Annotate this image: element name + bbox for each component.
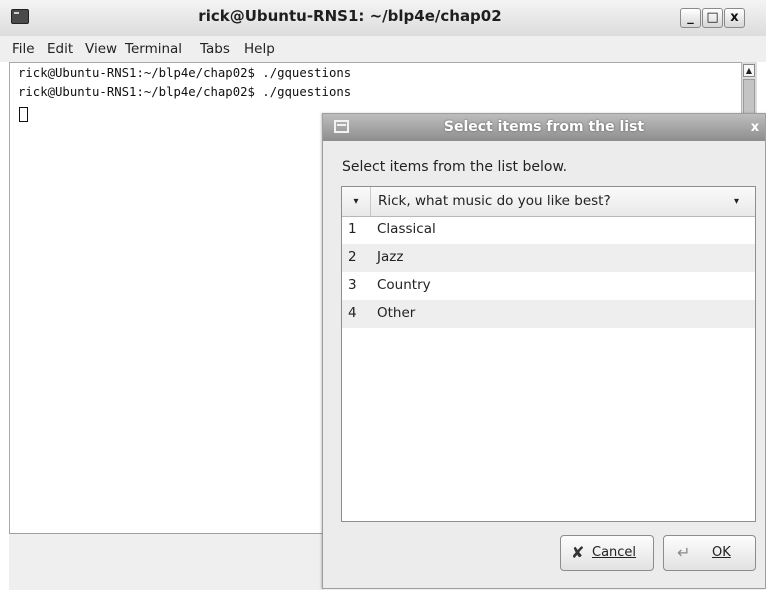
return-arrow-icon: ↵	[677, 543, 691, 562]
select-items-dialog: Select items from the list x Select item…	[322, 113, 766, 589]
list-item[interactable]: 1 Classical	[342, 216, 755, 244]
dialog-close-icon[interactable]: x	[747, 120, 763, 136]
dialog-title: Select items from the list	[443, 119, 645, 135]
column-header-label: Rick, what music do you like best?	[378, 193, 611, 209]
chevron-down-icon[interactable]: ▾	[734, 187, 739, 216]
terminal-output-line: rick@Ubuntu-RNS1:~/blp4e/chap02$ ./gques…	[18, 66, 352, 80]
list-item[interactable]: 4 Other	[342, 300, 755, 328]
list-item-label: Country	[377, 277, 431, 293]
terminal-titlebar[interactable]: rick@Ubuntu-RNS1: ~/blp4e/chap02 _ □ x	[0, 0, 766, 37]
list-column-header[interactable]: ▾ Rick, what music do you like best? ▾	[342, 187, 755, 217]
menu-tabs[interactable]: Tabs	[200, 41, 230, 57]
menu-help[interactable]: Help	[244, 41, 275, 57]
cross-icon: ✘	[571, 543, 585, 562]
close-button[interactable]: x	[724, 8, 745, 28]
menu-view[interactable]: View	[85, 41, 117, 57]
terminal-menubar: File Edit View Terminal Tabs Help	[0, 36, 766, 62]
dialog-prompt: Select items from the list below.	[342, 159, 568, 175]
terminal-bottom-panel	[9, 533, 324, 590]
list-item-label: Classical	[377, 221, 436, 237]
list-item-label: Other	[377, 305, 416, 321]
menu-file[interactable]: File	[12, 41, 35, 57]
terminal-cursor	[19, 107, 28, 122]
list-item-number: 4	[348, 305, 357, 321]
list-item-number: 1	[348, 221, 357, 237]
list-item-number: 3	[348, 277, 357, 293]
scroll-up-arrow-icon[interactable]: ▲	[743, 64, 755, 77]
list-item[interactable]: 2 Jazz	[342, 244, 755, 272]
cancel-button[interactable]: ✘ Cancel	[560, 535, 654, 571]
list-item[interactable]: 3 Country	[342, 272, 755, 300]
ok-button-label: OK	[712, 545, 731, 560]
dialog-titlebar[interactable]: Select items from the list x	[323, 114, 765, 141]
ok-button[interactable]: ↵ OK	[663, 535, 756, 571]
list-item-label: Jazz	[377, 249, 404, 265]
menu-terminal[interactable]: Terminal	[125, 41, 182, 57]
sort-arrow-icon[interactable]: ▾	[342, 187, 371, 216]
terminal-output-line: rick@Ubuntu-RNS1:~/blp4e/chap02$ ./gques…	[18, 85, 352, 99]
cancel-button-label: Cancel	[592, 545, 637, 560]
minimize-button[interactable]: _	[680, 8, 701, 28]
maximize-button[interactable]: □	[702, 8, 723, 28]
menu-edit[interactable]: Edit	[47, 41, 73, 57]
music-choice-list: ▾ Rick, what music do you like best? ▾ 1…	[341, 186, 756, 522]
list-item-number: 2	[348, 249, 357, 265]
terminal-title: rick@Ubuntu-RNS1: ~/blp4e/chap02	[198, 7, 502, 25]
